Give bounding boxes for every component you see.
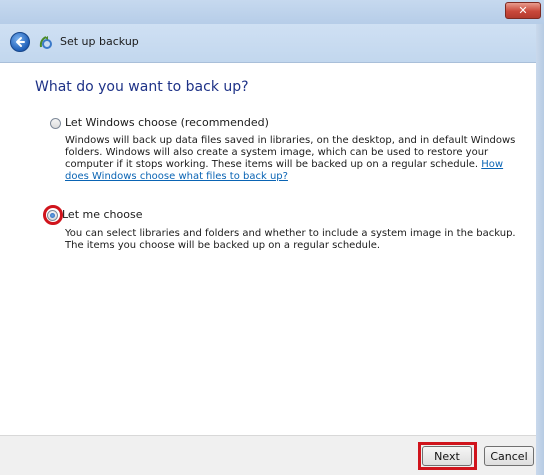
wizard-header: Set up backup bbox=[0, 24, 544, 63]
window-border bbox=[536, 24, 544, 475]
option-let-windows-choose-label[interactable]: Let Windows choose (recommended) bbox=[65, 116, 269, 129]
backup-wizard-window: ✕ Set up backup What do you want to back… bbox=[0, 0, 544, 475]
close-icon: ✕ bbox=[518, 4, 528, 17]
description-text: Windows will back up data files saved in… bbox=[65, 135, 516, 170]
wizard-content: What do you want to back up? Let Windows… bbox=[0, 63, 544, 435]
close-button[interactable]: ✕ bbox=[505, 2, 541, 19]
radio-let-windows-choose[interactable] bbox=[50, 118, 61, 129]
back-button[interactable] bbox=[10, 32, 30, 52]
cancel-button[interactable]: Cancel bbox=[484, 446, 534, 466]
page-heading: What do you want to back up? bbox=[35, 79, 249, 95]
wizard-footer: Next Cancel bbox=[0, 435, 544, 475]
title-bar: ✕ bbox=[0, 0, 544, 24]
wizard-title: Set up backup bbox=[60, 35, 139, 48]
option-let-me-choose-label[interactable]: Let me choose bbox=[62, 208, 142, 221]
option-let-me-choose-description: You can select libraries and folders and… bbox=[65, 228, 516, 251]
back-arrow-icon bbox=[16, 37, 25, 47]
next-button[interactable]: Next bbox=[422, 446, 472, 466]
backup-wizard-icon bbox=[39, 36, 52, 49]
radio-let-me-choose[interactable] bbox=[47, 210, 58, 221]
option-let-windows-choose-description: Windows will back up data files saved in… bbox=[65, 135, 525, 183]
